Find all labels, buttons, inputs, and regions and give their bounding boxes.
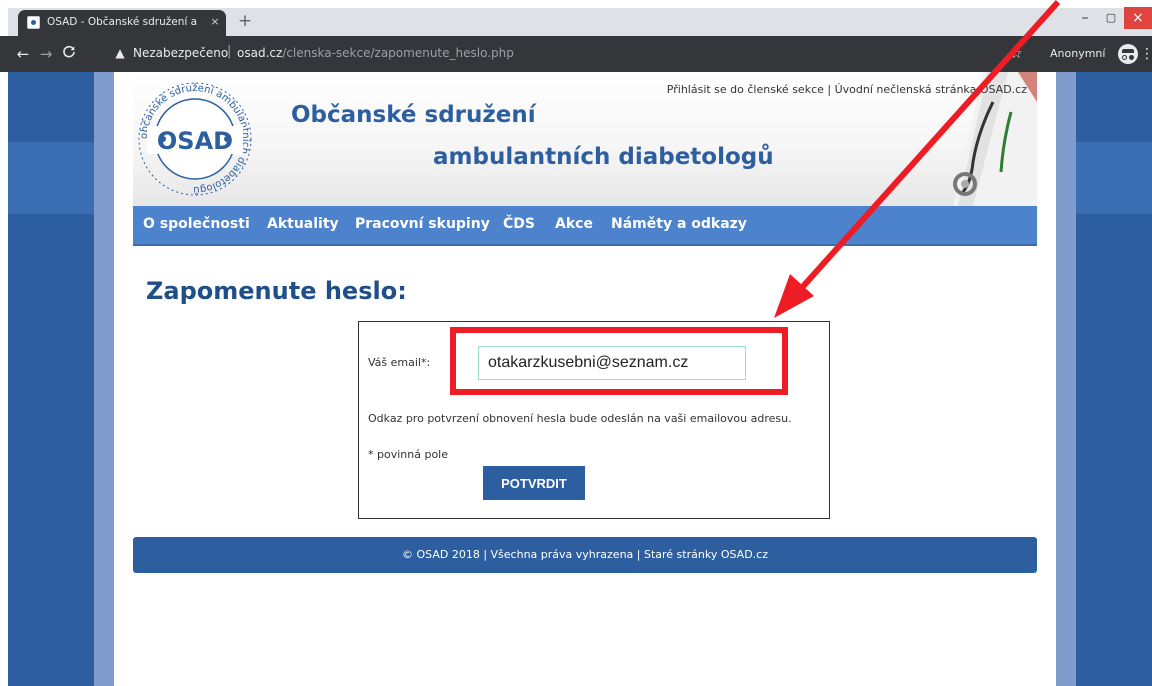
- info-text: Odkaz pro potvrzení obnovení hesla bude …: [368, 412, 792, 425]
- window-minimize-button[interactable]: –: [1072, 7, 1098, 29]
- url-path: /clenska-sekce/zapomenute_heslo.php: [282, 46, 514, 60]
- member-login-link[interactable]: Přihlásit se do členské sekce: [667, 83, 824, 96]
- reload-glyph: [63, 45, 75, 58]
- incognito-label[interactable]: Anonymní: [1050, 47, 1105, 60]
- url-separator: |: [227, 44, 232, 59]
- url-domain: osad.cz: [237, 46, 283, 60]
- site-title-line-2[interactable]: ambulantních diabetologů: [433, 144, 774, 170]
- browser-menu-icon[interactable]: ⋮: [1140, 45, 1152, 63]
- main-navigation: O společnosti Aktuality Pracovní skupiny…: [133, 206, 1037, 246]
- nav-item-akce[interactable]: Akce: [555, 216, 593, 232]
- nav-item-pracovni-skupiny[interactable]: Pracovní skupiny: [355, 216, 490, 232]
- site-footer: © OSAD 2018 | Všechna práva vyhrazena | …: [133, 537, 1037, 573]
- star-icon[interactable]: ☆: [1010, 45, 1023, 63]
- browser-tab[interactable]: OSAD - Občanské sdružení ambu ×: [18, 10, 226, 36]
- required-fields-note: * povinná pole: [368, 448, 448, 461]
- incognito-icon[interactable]: [1118, 44, 1138, 64]
- forgot-password-form: Váš email*: Odkaz pro potvrzení obnovení…: [358, 321, 830, 519]
- reload-icon[interactable]: [60, 45, 78, 63]
- url-text[interactable]: osad.cz/clenska-sekce/zapomenute_heslo.p…: [237, 46, 514, 60]
- osad-favicon-icon: [27, 16, 40, 29]
- nav-item-o-spolecnosti[interactable]: O společnosti: [143, 216, 250, 232]
- left-border-stripe: [94, 72, 114, 686]
- home-page-link[interactable]: Úvodní nečlenská stránka OSAD.cz: [835, 83, 1027, 96]
- right-border-stripe: [1056, 72, 1076, 686]
- top-links-separator: |: [827, 83, 832, 96]
- header-top-links: Přihlásit se do členské sekce | Úvodní n…: [667, 83, 1027, 96]
- tab-close-icon[interactable]: ×: [207, 14, 223, 30]
- nav-item-namety-a-odkazy[interactable]: Náměty a odkazy: [611, 216, 747, 232]
- email-label: Váš email*:: [368, 356, 431, 369]
- page-title: Zapomenute heslo:: [146, 277, 407, 305]
- window-restore-button[interactable]: ▢: [1098, 7, 1124, 29]
- nav-item-aktuality[interactable]: Aktuality: [267, 216, 339, 232]
- tab-title: OSAD - Občanské sdružení ambu: [47, 16, 197, 28]
- osad-logo[interactable]: občanské sdružení ambulantních diabetolo…: [133, 80, 257, 198]
- address-bar[interactable]: ▲ Nezabezpečeno | osad.cz/clenska-sekce/…: [103, 43, 1023, 65]
- warning-icon: ▲: [115, 46, 125, 60]
- confirm-button[interactable]: POTVRDIT: [483, 466, 585, 500]
- site-title-line-1[interactable]: Občanské sdružení: [291, 102, 536, 128]
- forward-arrow-icon[interactable]: →: [37, 45, 55, 63]
- security-status: Nezabezpečeno: [133, 46, 229, 60]
- annotation-highlight-box: [450, 327, 788, 395]
- back-arrow-icon[interactable]: ←: [14, 45, 32, 63]
- browser-tab-bar: OSAD - Občanské sdružení ambu × + – ▢ ×: [0, 0, 1152, 36]
- window-close-button[interactable]: ×: [1124, 7, 1152, 29]
- page-viewport: občanské sdružení ambulantních diabetolo…: [8, 72, 1152, 686]
- page-content: občanské sdružení ambulantních diabetolo…: [114, 72, 1056, 686]
- new-tab-button[interactable]: +: [236, 12, 254, 30]
- site-header: občanské sdružení ambulantních diabetolo…: [133, 72, 1037, 206]
- nav-item-cds[interactable]: ČDS: [503, 216, 535, 232]
- footer-text: © OSAD 2018 | Všechna práva vyhrazena | …: [402, 548, 768, 561]
- browser-toolbar: ← → ▲ Nezabezpečeno | osad.cz/clenska-se…: [0, 36, 1152, 72]
- logo-abbr: OSAD: [157, 127, 233, 155]
